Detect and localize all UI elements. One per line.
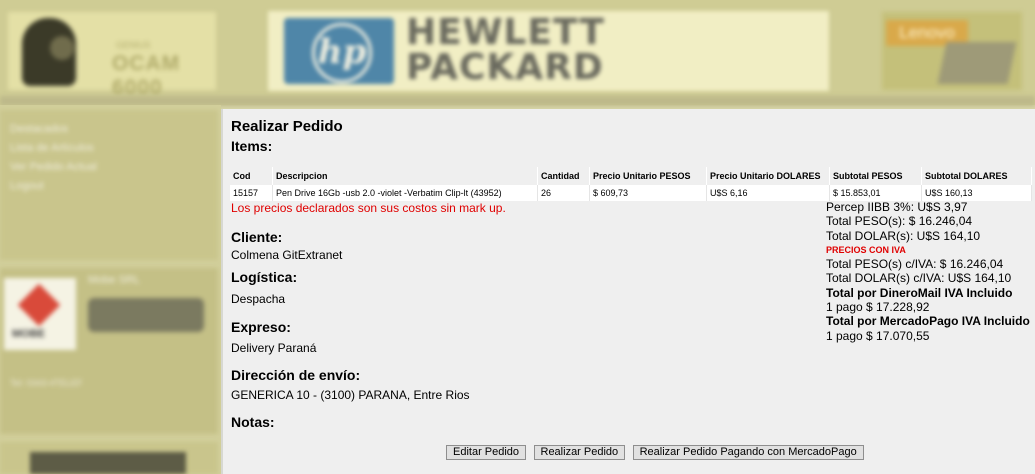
table-row: 15157 Pen Drive 16Gb -usb 2.0 -violet -V… <box>230 185 1032 201</box>
mercadopago-value: 1 pago $ 17.070,55 <box>826 328 930 343</box>
partner-title: Mobe SRL <box>88 274 140 286</box>
hp-line2: PACKARD <box>406 47 604 88</box>
realizar-pedido-mercadopago-button[interactable]: Realizar Pedido Pagando con MercadoPago <box>632 445 864 460</box>
webcam-ad-text: OCAM 6000 <box>112 52 181 99</box>
hp-ad[interactable]: hp HEWLETT PACKARD <box>268 11 829 91</box>
laptop-image <box>937 42 1017 84</box>
cell-precio-dolares: U$S 6,16 <box>706 185 830 201</box>
notas-label: Notas: <box>231 414 275 430</box>
webcam-ad[interactable]: GENIUS OCAM 6000 <box>8 12 216 99</box>
cliente-label: Cliente: <box>231 229 283 245</box>
expreso-label: Expreso: <box>231 319 291 335</box>
mobe-logo-mark <box>17 283 61 327</box>
sidebar-item-destacados[interactable]: Destacados <box>10 120 218 139</box>
expreso-value: Delivery Paraná <box>231 341 317 355</box>
logistica-label: Logística: <box>231 269 298 285</box>
total-pesos: Total PESO(s): $ 16.246,04 <box>826 214 973 229</box>
col-subtotal-pesos: Subtotal PESOS <box>829 167 922 185</box>
realizar-pedido-button[interactable]: Realizar Pedido <box>533 445 626 460</box>
mobe-logo: MOBE <box>4 278 76 350</box>
editar-pedido-button[interactable]: Editar Pedido <box>446 445 527 460</box>
hp-logo-mark: hp <box>312 23 372 83</box>
sidebar-item-ver-pedido[interactable]: Ver Pedido Actual <box>10 158 218 177</box>
cell-cantidad: 26 <box>537 185 590 201</box>
hp-logo: hp <box>284 18 394 84</box>
total-pesos-iva: Total PESO(s) c/IVA: $ 16.246,04 <box>826 257 1004 272</box>
mercadopago-label: Total por MercadoPago IVA Incluido <box>826 314 1030 329</box>
main-content: Realizar Pedido Items: Cod Descripcion C… <box>221 109 1035 474</box>
items-table: Cod Descripcion Cantidad Precio Unitario… <box>230 167 1032 201</box>
hp-line1: HEWLETT <box>406 12 605 53</box>
totals-panel: Percep IIBB 3%: U$S 3,97 Total PESO(s): … <box>826 200 1030 343</box>
col-cantidad: Cantidad <box>537 167 590 185</box>
sidebar-item-logout[interactable]: Logout <box>10 177 218 196</box>
total-dolar: Total DOLAR(s): U$S 164,10 <box>826 228 981 243</box>
webcam-image <box>22 18 76 86</box>
action-buttons: Editar Pedido Realizar Pedido Realizar P… <box>446 445 867 463</box>
col-precio-dolares: Precio Unitario DOLARES <box>706 167 830 185</box>
col-descripcion: Descripcion <box>272 167 538 185</box>
direccion-label: Dirección de envío: <box>231 367 361 383</box>
total-dolar-iva: Total DOLAR(s) c/IVA: U$S 164,10 <box>826 271 1012 286</box>
header-banner: GENIUS OCAM 6000 hp HEWLETT PACKARD Leno… <box>0 0 1035 106</box>
cell-precio-pesos: $ 609,73 <box>589 185 707 201</box>
markup-note: Los precios declarados son sus costos si… <box>231 201 506 215</box>
direccion-value: GENERICA 10 - (3100) PARANA, Entre Rios <box>231 388 470 402</box>
col-precio-pesos: Precio Unitario PESOS <box>589 167 707 185</box>
sidebar-bottom-image <box>30 452 186 474</box>
col-cod: Cod <box>230 167 273 185</box>
partner-phone: Tel: 0343-4TELEF <box>10 378 83 388</box>
dineromail-value: 1 pago $ 17.228,92 <box>826 300 930 315</box>
percep-iibb: Percep IIBB 3%: U$S 3,97 <box>826 200 968 214</box>
precios-con-iva-label: PRECIOS CON IVA <box>826 244 906 255</box>
sidebar-item-lista-articulos[interactable]: Lista de Artículos <box>10 139 218 158</box>
cell-cod: 15157 <box>230 185 273 201</box>
logistica-value: Despacha <box>231 292 286 306</box>
items-heading: Items: <box>231 138 273 154</box>
page-title: Realizar Pedido <box>231 118 343 135</box>
table-header-row: Cod Descripcion Cantidad Precio Unitario… <box>230 167 1032 185</box>
mobe-logo-text: MOBE <box>12 328 45 340</box>
lenovo-ad[interactable]: Lenovo <box>882 12 1022 90</box>
col-subtotal-dolares: Subtotal DOLARES <box>921 167 1032 185</box>
cell-descripcion: Pen Drive 16Gb -usb 2.0 -violet -Verbati… <box>272 185 538 201</box>
webcam-ad-brand: GENIUS <box>116 40 151 50</box>
cliente-value: Colmena GitExtranet <box>231 248 343 262</box>
partner-panel: MOBE Mobe SRL Tel: 0343-4TELEF <box>0 268 218 434</box>
cell-subtotal-dolares: U$S 160,13 <box>921 185 1032 201</box>
cell-subtotal-pesos: $ 15.853,01 <box>829 185 922 201</box>
dineromail-label: Total por DineroMail IVA Incluido <box>826 285 1013 300</box>
hp-wordmark: HEWLETT PACKARD <box>406 12 605 88</box>
certification-badge <box>88 298 204 332</box>
sidebar-menu: Destacados Lista de Artículos Ver Pedido… <box>0 110 218 260</box>
